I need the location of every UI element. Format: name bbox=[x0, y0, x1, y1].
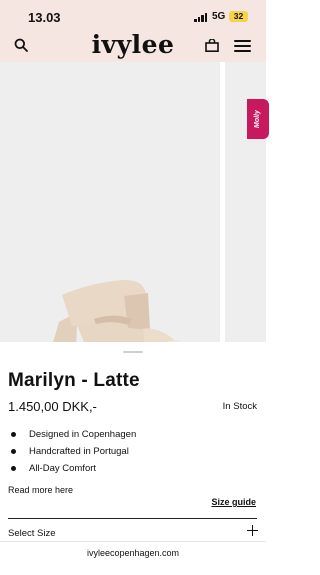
chat-badge[interactable]: Molly bbox=[247, 99, 269, 139]
stock-status: In Stock bbox=[222, 401, 257, 412]
status-time: 13.03 bbox=[28, 10, 61, 25]
gallery-pager[interactable] bbox=[123, 351, 143, 353]
feature-item: Handcrafted in Portugal bbox=[10, 446, 136, 463]
feature-list: Designed in Copenhagen Handcrafted in Po… bbox=[10, 429, 136, 480]
signal-icon bbox=[194, 13, 208, 22]
plus-icon[interactable] bbox=[247, 525, 258, 536]
battery-icon: 32 bbox=[229, 11, 248, 22]
shoe-image bbox=[53, 280, 181, 342]
select-size-label[interactable]: Select Size bbox=[8, 528, 56, 539]
product-gallery[interactable] bbox=[0, 62, 266, 342]
product-image[interactable] bbox=[0, 62, 220, 342]
size-guide-link[interactable]: Size guide bbox=[211, 497, 256, 507]
brand-logo[interactable]: ivylee bbox=[0, 30, 266, 59]
menu-icon[interactable] bbox=[234, 40, 251, 52]
product-price: 1.450,00 DKK,- bbox=[8, 399, 97, 414]
feature-item: Designed in Copenhagen bbox=[10, 429, 136, 446]
bag-icon[interactable] bbox=[205, 39, 219, 52]
product-title: Marilyn - Latte bbox=[8, 370, 140, 391]
divider bbox=[8, 518, 257, 519]
network-type: 5G bbox=[212, 11, 226, 22]
site-header: ivylee bbox=[0, 28, 266, 62]
read-more-link[interactable]: Read more here bbox=[8, 485, 73, 495]
feature-item: All-Day Comfort bbox=[10, 463, 136, 480]
browser-url-bar[interactable]: ivyleecopenhagen.com bbox=[0, 541, 266, 575]
